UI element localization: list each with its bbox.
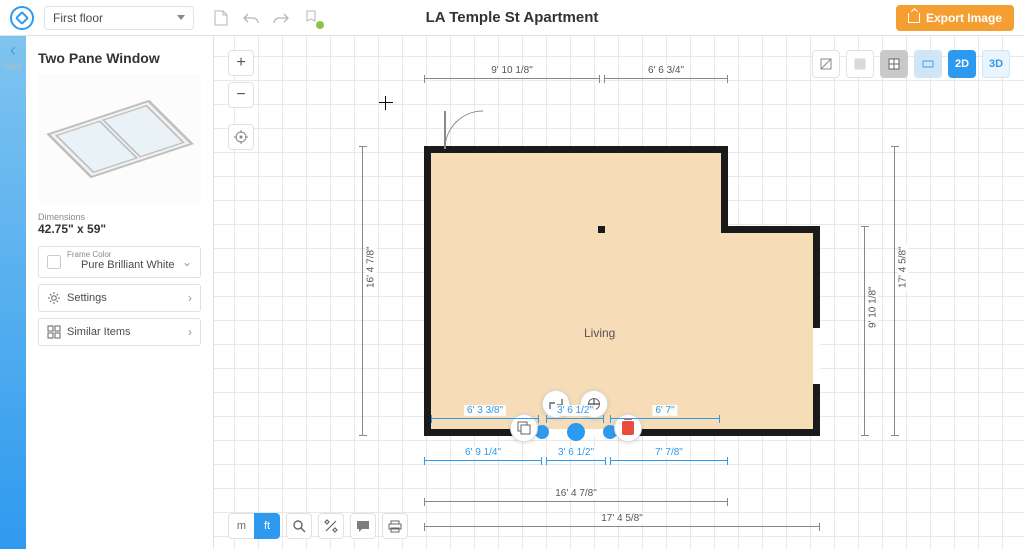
view-toggles: 2D 3D bbox=[812, 50, 1010, 78]
zoom-in-button[interactable]: + bbox=[228, 50, 254, 76]
dim-top-right: 6' 6 3/4" bbox=[604, 78, 728, 79]
recenter-button[interactable] bbox=[228, 124, 254, 150]
dim-inner-bottom-a: 6' 3 3/8" bbox=[431, 418, 539, 419]
save-icon[interactable] bbox=[302, 9, 320, 27]
back-label: Back bbox=[0, 62, 26, 71]
similar-items-row[interactable]: Similar Items › bbox=[38, 318, 201, 346]
unit-m-button[interactable]: m bbox=[228, 513, 254, 539]
window-right[interactable] bbox=[813, 326, 820, 386]
dimensions-value: 42.75" x 59" bbox=[38, 222, 201, 236]
app-logo[interactable] bbox=[10, 6, 34, 30]
undo-icon[interactable] bbox=[242, 9, 260, 27]
frame-color-label: Frame Color bbox=[67, 250, 111, 259]
dim-inner-bottom-b: 3' 6 1/2" bbox=[546, 418, 604, 419]
floorplan-canvas[interactable]: + − 2D 3D Living bbox=[214, 36, 1024, 549]
chevron-down-icon bbox=[177, 15, 185, 20]
search-button[interactable] bbox=[286, 513, 312, 539]
dim-inner-bottom-c: 6' 7" bbox=[610, 418, 720, 419]
dim-outer-bottom-a: 6' 9 1/4" bbox=[424, 460, 542, 461]
floor-selector[interactable]: First floor bbox=[44, 6, 194, 30]
camera-icon bbox=[908, 13, 920, 23]
chevron-down-icon: ⌄ bbox=[182, 255, 192, 269]
unit-ft-button[interactable]: ft bbox=[254, 513, 280, 539]
dim-left: 16' 4 7/8" bbox=[362, 146, 363, 436]
new-page-icon[interactable] bbox=[212, 9, 230, 27]
toggle-furniture-button[interactable] bbox=[914, 50, 942, 78]
dim-top-left: 9' 10 1/8" bbox=[424, 78, 600, 79]
frame-color-row[interactable]: Frame Color Pure Brilliant White ⌄ bbox=[38, 246, 201, 278]
gear-icon bbox=[47, 291, 61, 305]
grid-icon bbox=[47, 325, 61, 339]
redo-icon[interactable] bbox=[272, 9, 290, 27]
zoom-out-button[interactable]: − bbox=[228, 82, 254, 108]
trash-icon bbox=[622, 421, 634, 435]
top-bar: First floor LA Temple St Apartment Expor… bbox=[0, 0, 1024, 36]
move-handle[interactable] bbox=[567, 423, 585, 441]
mode-3d-button[interactable]: 3D bbox=[982, 50, 1010, 78]
settings-row[interactable]: Settings › bbox=[38, 284, 201, 312]
door[interactable] bbox=[444, 110, 490, 155]
dim-outer-bottom-b: 3' 6 1/2" bbox=[546, 460, 606, 461]
floor-selector-value: First floor bbox=[53, 11, 103, 25]
similar-items-label: Similar Items bbox=[67, 326, 131, 338]
toggle-dimensions-button[interactable] bbox=[812, 50, 840, 78]
dimensions-label: Dimensions bbox=[38, 212, 201, 222]
comments-button[interactable] bbox=[350, 513, 376, 539]
back-button[interactable]: ‹ bbox=[0, 40, 26, 61]
document-title[interactable]: LA Temple St Apartment bbox=[426, 9, 599, 26]
dim-right-upper: 17' 4 5/8" bbox=[894, 146, 895, 436]
dim-overall-a: 16' 4 7/8" bbox=[424, 501, 728, 502]
category-strip[interactable] bbox=[0, 36, 26, 549]
export-image-button[interactable]: Export Image bbox=[896, 5, 1014, 31]
room-label: Living bbox=[584, 326, 615, 340]
toggle-grid-button[interactable] bbox=[880, 50, 908, 78]
color-swatch-icon bbox=[47, 255, 61, 269]
selected-item-title: Two Pane Window bbox=[38, 50, 201, 66]
settings-label: Settings bbox=[67, 292, 107, 304]
chevron-right-icon: › bbox=[188, 325, 192, 339]
tools-button[interactable] bbox=[318, 513, 344, 539]
dim-overall-b: 17' 4 5/8" bbox=[424, 526, 820, 527]
zoom-controls: + − bbox=[228, 50, 254, 150]
chevron-right-icon: › bbox=[188, 291, 192, 305]
properties-panel: Two Pane Window Dimensions 42.75" x 59" … bbox=[26, 36, 214, 549]
mode-2d-button[interactable]: 2D bbox=[948, 50, 976, 78]
dim-right-lower: 9' 10 1/8" bbox=[864, 226, 865, 436]
bottom-toolbar: m ft bbox=[228, 513, 408, 539]
frame-color-value: Pure Brilliant White bbox=[81, 259, 175, 271]
item-preview bbox=[38, 74, 201, 204]
toggle-labels-button[interactable] bbox=[846, 50, 874, 78]
dim-outer-bottom-c: 7' 7/8" bbox=[610, 460, 728, 461]
export-label: Export Image bbox=[926, 11, 1002, 25]
print-button[interactable] bbox=[382, 513, 408, 539]
crosshair-cursor bbox=[379, 96, 393, 110]
